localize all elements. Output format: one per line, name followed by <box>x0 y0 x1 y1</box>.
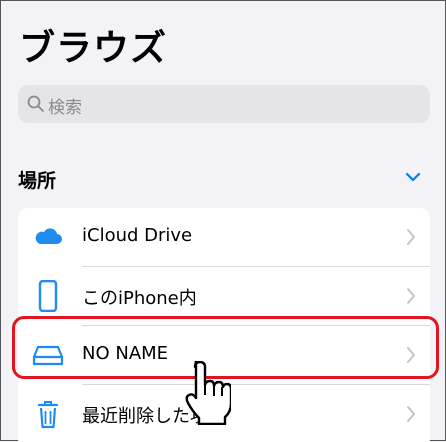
search-icon <box>27 95 44 112</box>
chevron-right-icon <box>407 229 415 245</box>
iphone-icon <box>38 280 58 312</box>
page-title: ブラウズ <box>19 28 168 69</box>
location-item-icloud-drive[interactable]: iCloud Drive <box>18 208 430 266</box>
location-label: iCloud Drive <box>82 225 193 246</box>
hand-pointer-icon <box>185 361 231 425</box>
chevron-right-icon <box>407 406 415 422</box>
chevron-right-icon <box>407 288 415 304</box>
browse-screen: ブラウズ 検索 場所 iCloud Drive このiPhone内 NO NAM… <box>0 0 446 442</box>
locations-section-title: 場所 <box>18 170 57 192</box>
location-label: このiPhone内 <box>82 288 197 309</box>
trash-icon <box>37 401 59 429</box>
search-field[interactable]: 検索 <box>18 85 430 123</box>
search-placeholder: 検索 <box>48 98 82 118</box>
chevron-down-icon[interactable] <box>404 170 422 184</box>
icloud-icon <box>35 228 62 244</box>
